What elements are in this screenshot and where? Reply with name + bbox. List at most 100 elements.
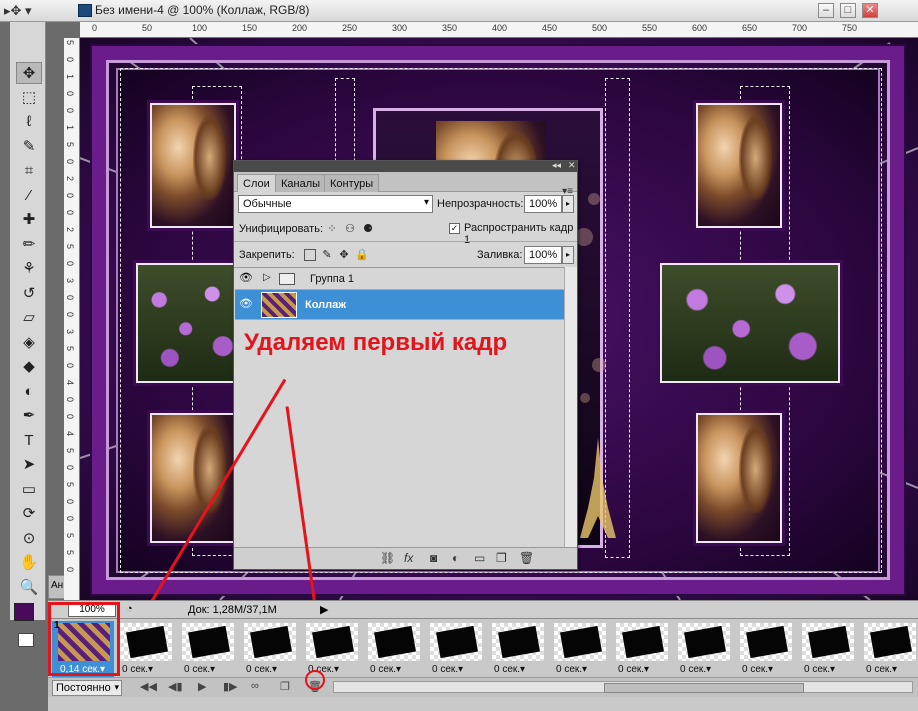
brush-tool-icon[interactable]: ✏ (16, 234, 42, 256)
crop-tool-icon[interactable]: ⌗ (16, 160, 42, 182)
link-layers-icon[interactable]: ⛓ (380, 551, 395, 565)
layer-row-collage[interactable]: 👁 Коллаж (235, 290, 564, 320)
animation-frame[interactable]: 0 сек.▾ (238, 621, 300, 677)
animation-frame[interactable]: 0 сек.▾ (300, 621, 362, 677)
frame-delay[interactable]: 0 сек.▾ (804, 664, 835, 675)
move-tool-icon[interactable]: ✥ (16, 62, 42, 84)
pen-tool-icon[interactable]: ✒ (16, 405, 42, 427)
lock-all-icon[interactable]: 🔒 (355, 249, 369, 261)
unify-visibility-icon[interactable]: ⚇ (344, 223, 356, 235)
rectangle-tool-icon[interactable]: ▭ (16, 479, 42, 501)
blend-mode-select[interactable]: Обычные ▾ (238, 195, 433, 213)
animation-frame[interactable]: 0 сек.▾ (796, 621, 858, 677)
next-frame-icon[interactable]: ▮▶ (223, 680, 238, 693)
frame-delay[interactable]: 0 сек.▾ (866, 664, 897, 675)
animation-frame[interactable]: 0 сек.▾ (486, 621, 548, 677)
quick-mask-icon[interactable] (18, 633, 34, 647)
loop-select[interactable]: Постоянно ▾ (52, 680, 122, 696)
new-group-icon[interactable]: ▭ (474, 551, 485, 565)
dodge-tool-icon[interactable]: ◐ (16, 381, 42, 403)
healing-brush-tool-icon[interactable]: ✚ (16, 209, 42, 231)
eraser-tool-icon[interactable]: ▱ (16, 307, 42, 329)
animation-frame[interactable]: 0 сек.▾ (858, 621, 918, 677)
document-title-bar[interactable]: ▸✥ ▾ Без имени-4 @ 100% (Коллаж, RGB/8) … (0, 0, 918, 22)
frame-delay[interactable]: 0 сек.▾ (494, 664, 525, 675)
trash-icon[interactable]: 🗑 (519, 551, 534, 565)
animation-frame[interactable]: 0 сек.▾ (610, 621, 672, 677)
fill-input[interactable]: 100% (524, 246, 562, 264)
frame-delay[interactable]: 0 сек.▾ (246, 664, 277, 675)
hand-tool-icon[interactable]: ✋ (16, 552, 42, 574)
lasso-tool-icon[interactable]: ℓ (16, 111, 42, 133)
animation-frame[interactable]: 0 сек.▾ (362, 621, 424, 677)
scrollbar-thumb[interactable] (604, 683, 804, 693)
layers-scrollbar[interactable] (564, 267, 577, 547)
maximize-button[interactable]: □ (840, 3, 856, 18)
tween-icon[interactable]: ∞ (251, 680, 259, 692)
layer-style-icon[interactable]: fx (404, 551, 413, 565)
unify-position-icon[interactable]: ⁘ (326, 223, 338, 235)
opacity-input[interactable]: 100% (524, 195, 562, 213)
zoom-tool-icon[interactable]: 🔍 (16, 577, 42, 599)
lock-image-icon[interactable]: ✎ (321, 249, 333, 261)
frames-scrollbar[interactable] (333, 681, 913, 693)
duplicate-frame-icon[interactable]: ❐ (280, 680, 290, 693)
animation-frame[interactable]: 0 сек.▾ (734, 621, 796, 677)
layer-mask-icon[interactable]: ◙ (430, 551, 437, 565)
eyedropper-tool-icon[interactable]: ⁄ (16, 185, 42, 207)
animation-frame[interactable]: 0 сек.▾ (114, 621, 176, 677)
frame-delay[interactable]: 0 сек.▾ (122, 664, 153, 675)
opacity-slider-button[interactable]: ▸ (562, 195, 574, 213)
minimize-button[interactable]: – (818, 3, 834, 18)
frame-delay[interactable]: 0 сек.▾ (184, 664, 215, 675)
previous-frame-icon[interactable]: ◀▮ (168, 680, 183, 693)
collapse-icon[interactable]: ◂◂ (552, 160, 561, 171)
3d-orbit-tool-icon[interactable]: ⊙ (16, 528, 42, 550)
frame-delay[interactable]: 0 сек.▾ (618, 664, 649, 675)
frame-delay[interactable]: 0 сек.▾ (556, 664, 587, 675)
tab-paths[interactable]: Контуры (324, 174, 380, 192)
status-icon[interactable]: ◔ (126, 603, 133, 615)
3d-rotate-tool-icon[interactable]: ⟳ (16, 503, 42, 525)
stamp-tool-icon[interactable]: ⚘ (16, 258, 42, 280)
frame-thumbnail (244, 623, 296, 661)
frame-delay[interactable]: 0 сек.▾ (432, 664, 463, 675)
fill-slider-button[interactable]: ▸ (562, 246, 574, 264)
type-tool-icon[interactable]: T (16, 430, 42, 452)
animation-frame[interactable]: 0 сек.▾ (548, 621, 610, 677)
panel-close-icon[interactable]: ✕ (568, 160, 576, 171)
paint-bucket-tool-icon[interactable]: ◈ (16, 332, 42, 354)
blur-tool-icon[interactable]: ◆ (16, 356, 42, 378)
frame-delay[interactable]: 0 сек.▾ (742, 664, 773, 675)
new-layer-icon[interactable]: ❐ (496, 551, 507, 565)
history-brush-tool-icon[interactable]: ↺ (16, 283, 42, 305)
expand-triangle-icon[interactable]: ▷ (263, 272, 271, 283)
marquee-tool-icon[interactable]: ⬚ (16, 87, 42, 109)
tab-layers[interactable]: Слои (237, 174, 276, 192)
move-options-icon[interactable]: ▸✥ ▾ (4, 3, 32, 19)
visibility-eye-icon[interactable]: 👁 (238, 271, 254, 287)
tab-channels[interactable]: Каналы (275, 174, 327, 192)
play-icon[interactable]: ▶ (198, 680, 206, 693)
propagate-checkbox[interactable]: ✓ (449, 223, 460, 234)
first-frame-icon[interactable]: ◀◀ (140, 680, 157, 693)
path-select-tool-icon[interactable]: ➤ (16, 454, 42, 476)
foreground-color-swatch[interactable] (14, 603, 34, 621)
ruler-tick-label: 0 (65, 91, 75, 97)
close-button[interactable]: ✕ (862, 3, 878, 18)
status-menu-arrow-icon[interactable]: ▶ (320, 603, 328, 616)
panel-drag-bar[interactable]: ◂◂ ✕ (234, 160, 577, 172)
animation-frame[interactable]: 0 сек.▾ (672, 621, 734, 677)
frame-delay[interactable]: 0 сек.▾ (370, 664, 401, 675)
visibility-eye-icon[interactable]: 👁 (238, 297, 254, 313)
eiffel-tower-image (580, 438, 616, 538)
layer-row-group-1[interactable]: 👁 ▷ Группа 1 (235, 268, 564, 290)
quick-select-tool-icon[interactable]: ✎ (16, 136, 42, 158)
animation-frame[interactable]: 0 сек.▾ (424, 621, 486, 677)
lock-transparent-icon[interactable] (304, 249, 316, 261)
lock-position-icon[interactable]: ✥ (338, 249, 350, 261)
adjustment-layer-icon[interactable]: ◐ (452, 551, 459, 565)
animation-frame[interactable]: 0 сек.▾ (176, 621, 238, 677)
unify-style-icon[interactable]: ⚈ (362, 223, 374, 235)
frame-delay[interactable]: 0 сек.▾ (680, 664, 711, 675)
